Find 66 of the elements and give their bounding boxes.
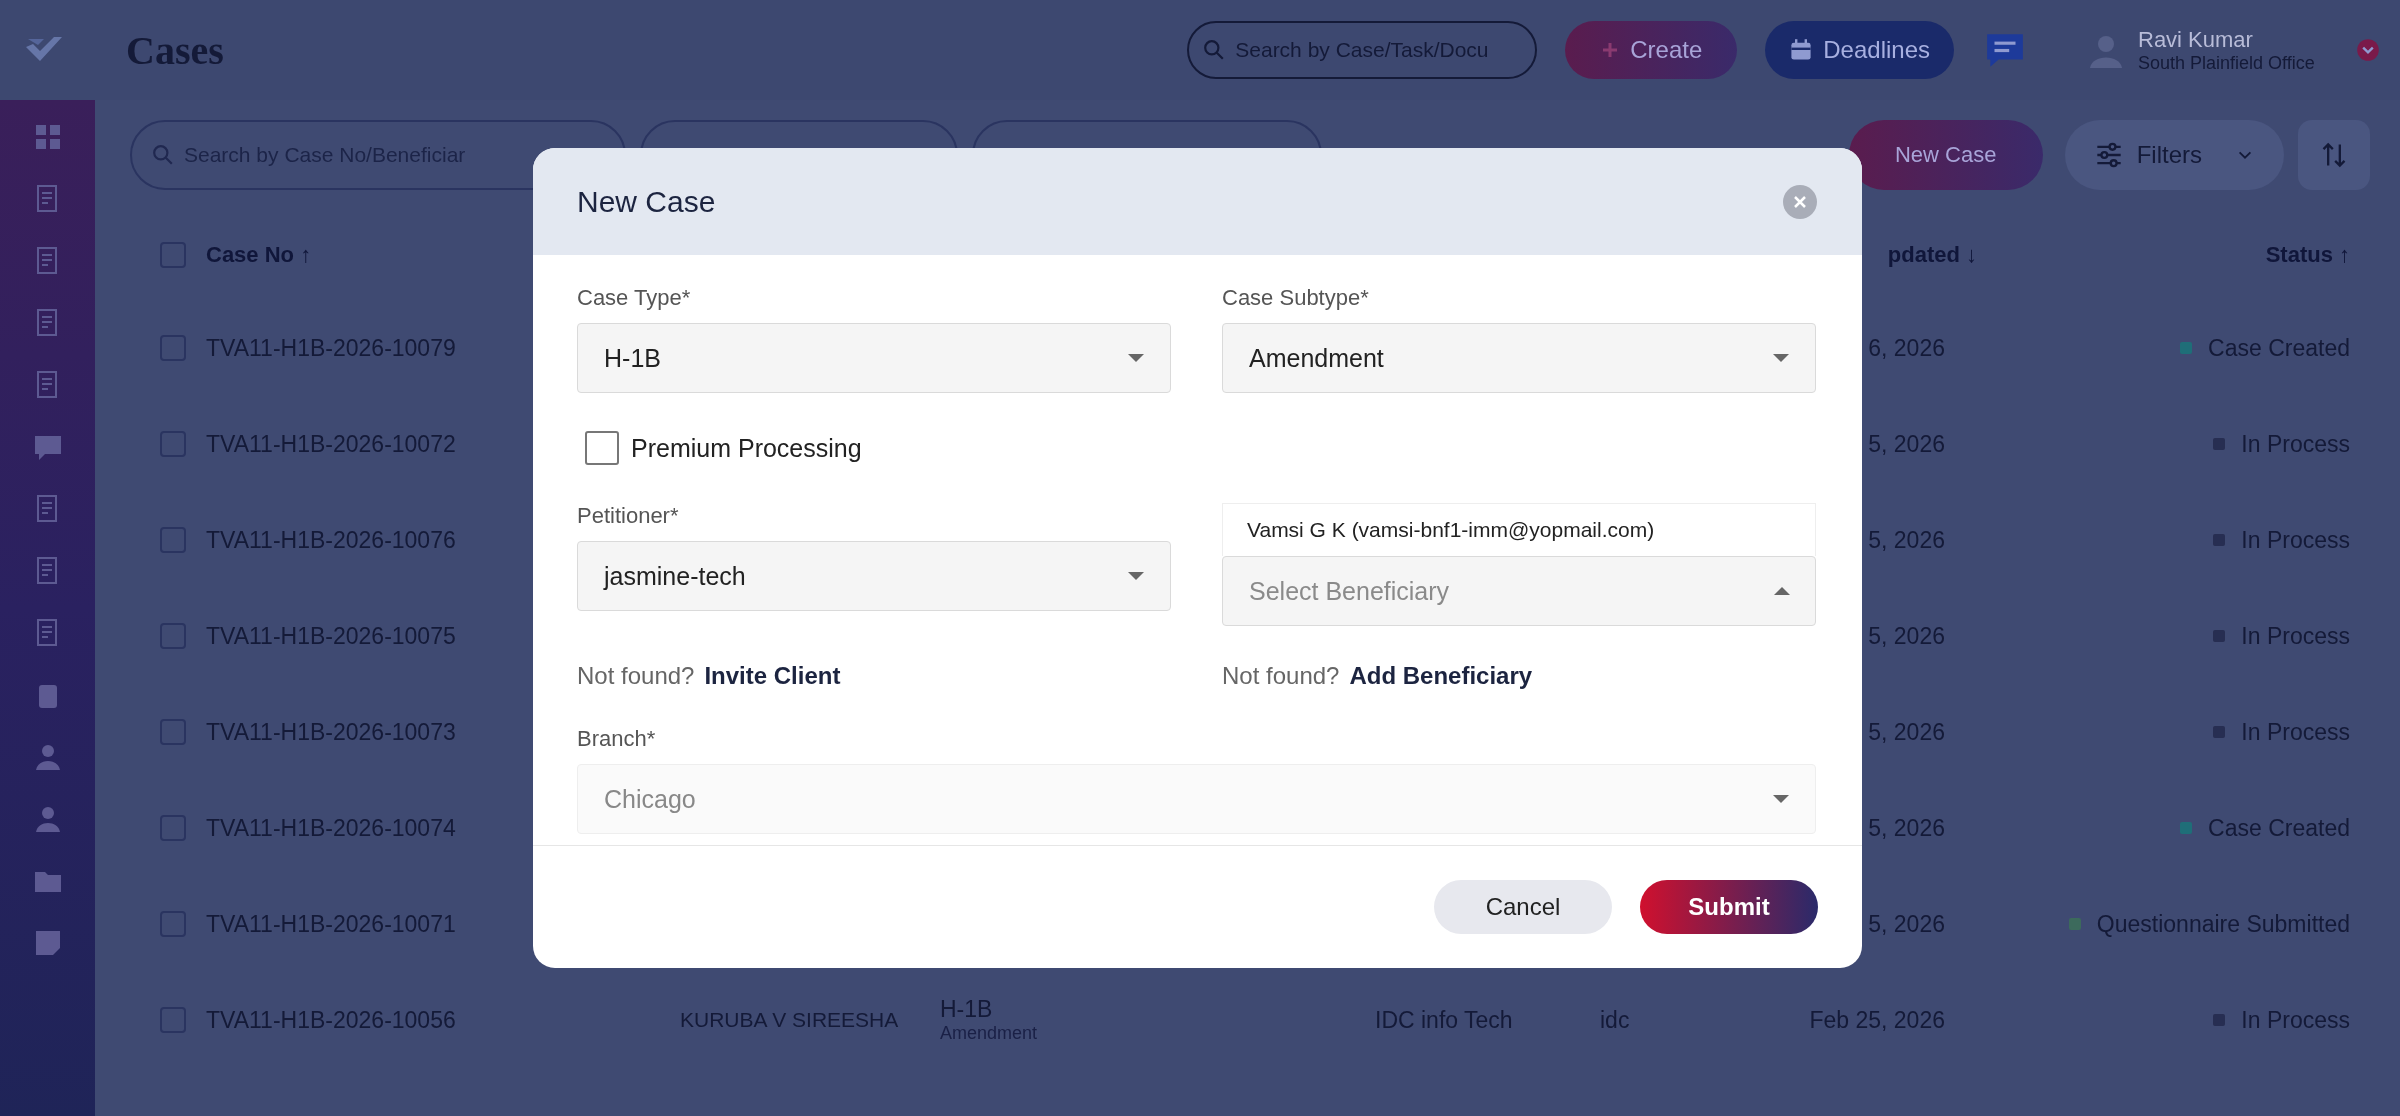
status-text: In Process	[2241, 622, 2350, 650]
new-case-button[interactable]: New Case	[1848, 120, 2043, 190]
table-cell-text: H-1B	[940, 996, 994, 1023]
user-name: Ravi Kumar	[2138, 26, 2254, 53]
sliders-icon	[2094, 141, 2123, 169]
dropdown-option[interactable]: Vamsi G K (vamsi-bnf1-imm@yopmail.com)	[1223, 504, 1815, 556]
status-text: In Process	[2241, 718, 2350, 746]
status-text: Questionnaire Submitted	[2096, 910, 2350, 938]
page-title: Cases	[126, 26, 224, 74]
date-cell: 5, 2026	[1868, 526, 1945, 554]
field-label: Branch*	[577, 726, 657, 752]
date-cell: 6, 2026	[1868, 334, 1945, 362]
table-cell: idc	[1600, 1006, 1630, 1034]
sort-icon	[2320, 141, 2348, 169]
search-icon	[1203, 39, 1226, 61]
case-number[interactable]: TVA11-H1B-2026-10071	[206, 910, 456, 938]
chat-icon[interactable]	[1984, 31, 2026, 69]
date-cell: Feb 25, 2026	[1809, 1006, 1945, 1034]
calendar-icon	[1789, 38, 1814, 62]
table-cell: KURUBA V SIREESHA	[680, 1008, 899, 1031]
hint-text: Not found?	[1222, 662, 1340, 690]
search-field[interactable]: Search by Case/Task/Docu	[1187, 21, 1538, 79]
field-label: Case Type*	[577, 285, 692, 311]
status-text: Case Created	[2208, 334, 2350, 362]
status-text: In Process	[2241, 526, 2350, 554]
add-beneficiary-link[interactable]: Add Beneficiary	[1349, 662, 1533, 690]
date-cell: 5, 2026	[1868, 910, 1945, 938]
close-icon[interactable]	[1782, 183, 1818, 220]
case-number[interactable]: TVA11-H1B-2026-10073	[206, 718, 456, 746]
deadlines-button[interactable]: Deadlines	[1765, 21, 1954, 79]
table-cell: IDC info Tech	[1375, 1006, 1513, 1033]
beneficiary-select[interactable]: Select Beneficiary	[1222, 556, 1816, 626]
case-subtype-select[interactable]: Amendment	[1222, 323, 1816, 393]
case-number[interactable]: TVA11-H1B-2026-10076	[206, 526, 456, 554]
case-number[interactable]: TVA11-H1B-2026-10079	[206, 334, 456, 362]
status-text: In Process	[2241, 430, 2350, 458]
filters-button[interactable]: Filters	[2064, 120, 2284, 190]
case-number[interactable]: TVA11-H1B-2026-10074	[206, 814, 456, 842]
case-number[interactable]: TVA11-H1B-2026-10056	[206, 1006, 456, 1034]
date-cell: 5, 2026	[1868, 430, 1945, 458]
create-button[interactable]: Create	[1565, 21, 1738, 79]
user-office: South Plainfield Office	[2138, 52, 2316, 74]
status-text: In Process	[2241, 1006, 2350, 1034]
column-header[interactable]: pdated ↓	[1887, 242, 1977, 268]
checkbox-label[interactable]: Premium Processing	[631, 433, 862, 463]
caret-icon	[1774, 587, 1790, 595]
date-cell: 5, 2026	[1868, 622, 1945, 650]
cancel-button[interactable]: Cancel	[1434, 880, 1612, 934]
date-cell: 5, 2026	[1868, 718, 1945, 746]
search-icon	[152, 144, 174, 166]
chevron-icon[interactable]	[2356, 38, 2380, 62]
checkbox[interactable]	[585, 431, 619, 465]
petitioner-select[interactable]: jasmine-tech	[577, 541, 1171, 611]
column-header[interactable]: Case No ↑	[206, 242, 312, 268]
hint-text: Not found?	[577, 662, 695, 690]
date-cell: 5, 2026	[1868, 814, 1945, 842]
case-number[interactable]: TVA11-H1B-2026-10075	[206, 622, 456, 650]
case-number[interactable]: TVA11-H1B-2026-10072	[206, 430, 456, 458]
status-text: Case Created	[2208, 814, 2350, 842]
field-label: Case Subtype*	[1222, 285, 1370, 311]
case-type-select[interactable]: H-1B	[577, 323, 1171, 393]
column-header[interactable]: Status ↑	[2265, 242, 2350, 268]
submit-button[interactable]: Submit	[1640, 880, 1818, 934]
invite-client-link[interactable]: Invite Client	[704, 662, 841, 690]
field-label: Petitioner*	[577, 503, 680, 529]
sort-button[interactable]	[2298, 120, 2370, 190]
